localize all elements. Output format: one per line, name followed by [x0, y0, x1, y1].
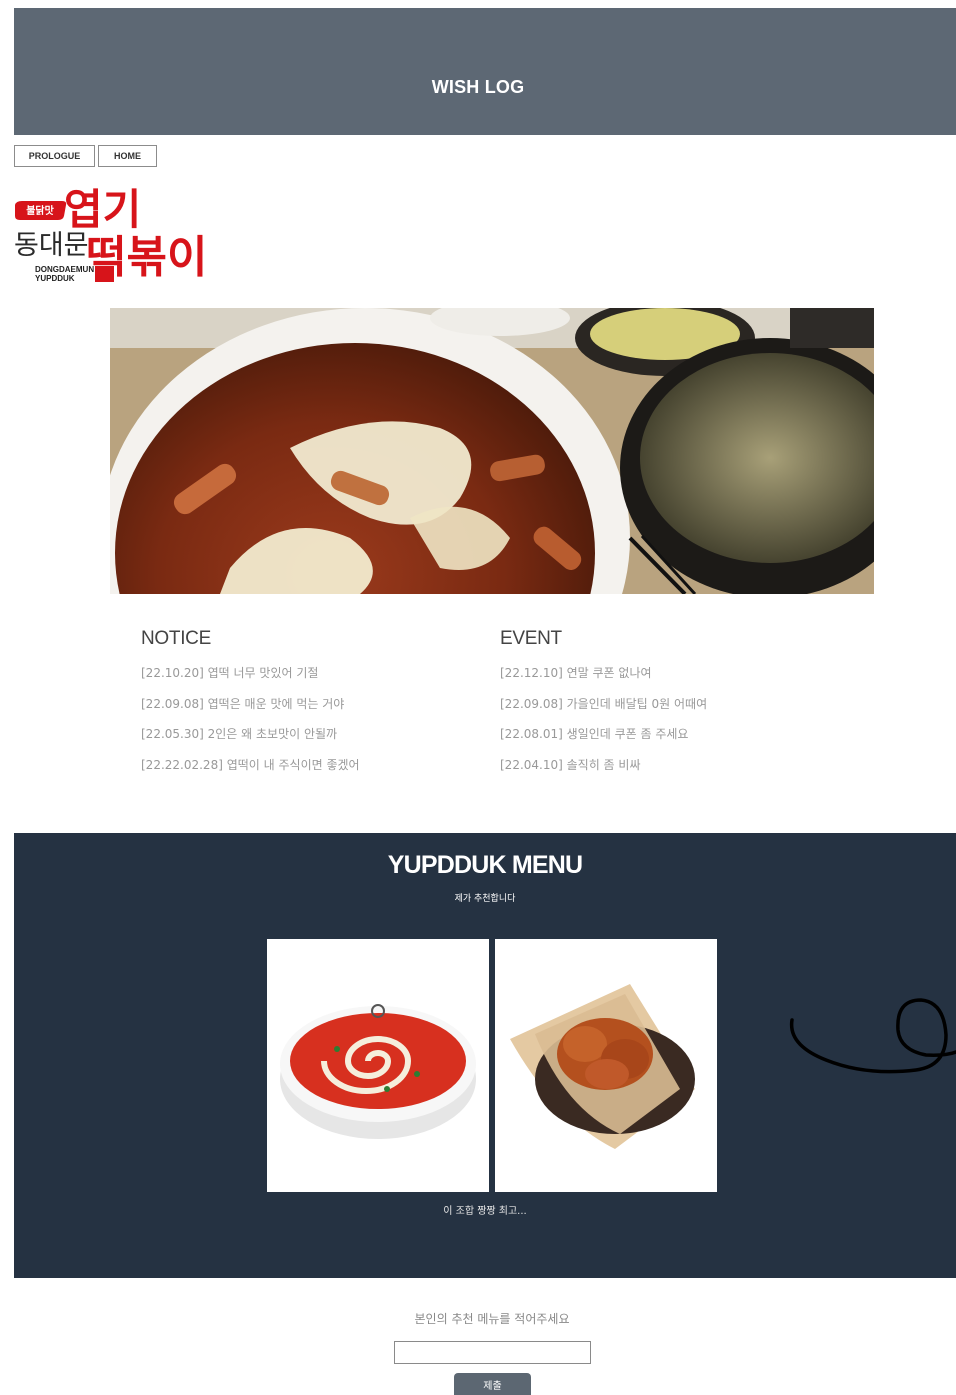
recommend-input[interactable] [394, 1341, 591, 1364]
site-title: WISH LOG [431, 76, 525, 97]
notice-list: [22.10.20] 엽떡 너무 맛있어 기절 [22.09.08] 엽떡은 매… [141, 666, 360, 788]
event-item[interactable]: [22.08.01] 생일인데 쿠폰 좀 주세요 [500, 727, 707, 758]
menu-caption: 이 조합 짱짱 최고... [443, 1206, 527, 1217]
menu-card-tteokbokki[interactable] [267, 939, 489, 1192]
menu-section: YUPDDUK MENU 제가 추천합니다 이 조합 짱짱 최고... [14, 833, 956, 1278]
submit-button[interactable]: 제출 [454, 1373, 531, 1395]
menu-title: YUPDDUK MENU [387, 851, 583, 879]
logo-english-1: DONGDAEMUN [35, 265, 94, 274]
scribble-drawing [789, 998, 956, 1074]
notice-title: NOTICE [141, 628, 211, 649]
logo-seal [95, 266, 114, 282]
logo-dongdaemun: 동대문 [14, 230, 89, 261]
menu-subtitle: 제가 추천합니다 [454, 894, 516, 904]
menu-card-chicken[interactable] [495, 939, 717, 1192]
event-item[interactable]: [22.12.10] 연말 쿠폰 없나여 [500, 666, 707, 697]
site-header: WISH LOG [14, 8, 956, 135]
logo-char-yup: 엽기 [64, 185, 141, 234]
notice-item[interactable]: [22.09.08] 엽떡은 매운 맛에 먹는 거야 [141, 697, 360, 728]
hero-food-photo [110, 308, 874, 594]
event-list: [22.12.10] 연말 쿠폰 없나여 [22.09.08] 가을인데 배달팁… [500, 666, 707, 788]
event-item[interactable]: [22.04.10] 솔직히 좀 비싸 [500, 758, 707, 789]
notice-board: NOTICE [22.10.20] 엽떡 너무 맛있어 기절 [22.09.08… [141, 628, 360, 788]
home-button[interactable]: HOME [98, 145, 157, 167]
notice-item[interactable]: [22.22.02.28] 엽떡이 내 주식이면 좋겠어 [141, 758, 360, 789]
event-board: EVENT [22.12.10] 연말 쿠폰 없나여 [22.09.08] 가을… [500, 628, 707, 788]
form-label: 본인의 추천 메뉴를 적어주세요 [414, 1312, 570, 1326]
logo-english-2: YUPDDUK [35, 274, 75, 283]
notice-item[interactable]: [22.05.30] 2인은 왜 초보맛이 안될까 [141, 727, 360, 758]
event-item[interactable]: [22.09.08] 가을인데 배달팁 0원 어때여 [500, 697, 707, 728]
tteokbokki-image [280, 1004, 476, 1139]
fried-chicken-image [510, 984, 695, 1149]
notice-item[interactable]: [22.10.20] 엽떡 너무 맛있어 기절 [141, 666, 360, 697]
top-nav: PROLOGUE HOME [14, 145, 157, 167]
prologue-button[interactable]: PROLOGUE [14, 145, 95, 167]
yupdduk-logo[interactable]: 불닭맛 엽기 동대문 떡볶이 DONGDAEMUN YUPDDUK [14, 180, 204, 288]
logo-badge-text: 불닭맛 [26, 204, 54, 217]
event-title: EVENT [500, 628, 562, 649]
